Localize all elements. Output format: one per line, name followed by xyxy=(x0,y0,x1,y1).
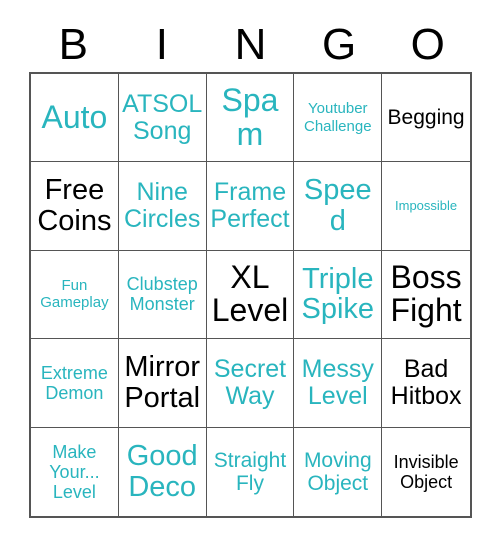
bingo-cell[interactable]: Bad Hitbox xyxy=(382,339,470,428)
bingo-cell[interactable]: Triple Spike xyxy=(294,250,383,340)
bingo-cell[interactable]: Impossible xyxy=(382,162,470,251)
bingo-cell-label: Secret Way xyxy=(213,354,287,410)
bingo-cell-label: Invisible Object xyxy=(393,451,459,492)
bingo-cell-label: Bad Hitbox xyxy=(390,354,462,410)
bingo-cell-label: Good Deco xyxy=(126,440,198,503)
bingo-cell[interactable]: Secret Way xyxy=(206,339,295,428)
bingo-cell-label: Triple Spike xyxy=(301,262,375,326)
bingo-cell-label: Straight Fly xyxy=(213,448,287,495)
bingo-cell-label: Boss Fight xyxy=(390,258,462,329)
bingo-cell[interactable]: Good Deco xyxy=(118,427,207,516)
bingo-cell-label: Clubstep Monster xyxy=(126,274,198,315)
bingo-cell-label: Spam xyxy=(221,82,279,152)
bingo-cell[interactable]: Frame Perfect xyxy=(206,162,295,251)
bingo-cell-label: XL Level xyxy=(211,258,289,329)
header-letter-i: I xyxy=(155,20,168,69)
bingo-cell[interactable]: Speed xyxy=(294,162,383,251)
bingo-cell-label: Fun Gameplay xyxy=(40,277,109,312)
bingo-cell-label: Extreme Demon xyxy=(40,362,108,403)
bingo-card: B I N G O Auto ATSOL Song Spam Youtuber Cha… xyxy=(0,0,500,544)
bingo-cell[interactable]: Clubstep Monster xyxy=(118,250,207,340)
bingo-cell[interactable]: Messy Level xyxy=(294,339,383,428)
bingo-grid: Auto ATSOL Song Spam Youtuber Challenge Begg… xyxy=(29,72,472,518)
bingo-cell[interactable]: Moving Object xyxy=(294,427,383,516)
bingo-cell-label: Nine Circles xyxy=(123,178,201,234)
header-letter-g: G xyxy=(321,20,357,69)
header-letter-n: N xyxy=(234,20,267,69)
bingo-cell-label: Speed xyxy=(303,174,372,238)
header-letter-o: O xyxy=(410,20,445,69)
bingo-header: B I N G O xyxy=(29,18,472,72)
bingo-cell-label: Impossible xyxy=(395,198,458,214)
bingo-cell[interactable]: Youtuber Challenge xyxy=(294,74,383,163)
bingo-cell[interactable]: Auto xyxy=(31,74,119,163)
bingo-cell[interactable]: Make Your... Level xyxy=(31,427,119,516)
bingo-cell-label: ATSOL Song xyxy=(122,89,203,145)
bingo-cell-label: Make Your... Level xyxy=(49,441,100,502)
bingo-cell[interactable]: Spam xyxy=(206,74,295,163)
bingo-cell-label: Moving Object xyxy=(303,448,372,495)
bingo-cell-label: Auto xyxy=(41,98,108,135)
bingo-cell[interactable]: Extreme Demon xyxy=(31,339,119,428)
bingo-cell-label: Mirror Portal xyxy=(124,351,201,414)
header-letter-b: B xyxy=(58,20,88,69)
bingo-cell-label: Messy Level xyxy=(301,354,374,410)
bingo-cell-label: Youtuber Challenge xyxy=(304,100,372,135)
bingo-cell[interactable]: Boss Fight xyxy=(382,250,470,340)
bingo-cell[interactable]: Free Coins xyxy=(31,162,119,251)
bingo-cell-label: Frame Perfect xyxy=(210,178,290,234)
bingo-cell-label: Begging xyxy=(387,106,465,130)
bingo-cell[interactable]: Mirror Portal xyxy=(118,339,207,428)
bingo-cell[interactable]: Fun Gameplay xyxy=(31,250,119,340)
bingo-cell-label: Free Coins xyxy=(37,174,112,238)
bingo-cell[interactable]: ATSOL Song xyxy=(118,74,207,163)
bingo-cell[interactable]: Straight Fly xyxy=(206,427,295,516)
bingo-cell[interactable]: Invisible Object xyxy=(382,427,470,516)
bingo-cell[interactable]: XL Level xyxy=(206,250,295,340)
bingo-cell[interactable]: Begging xyxy=(382,74,470,163)
bingo-cell[interactable]: Nine Circles xyxy=(118,162,207,251)
